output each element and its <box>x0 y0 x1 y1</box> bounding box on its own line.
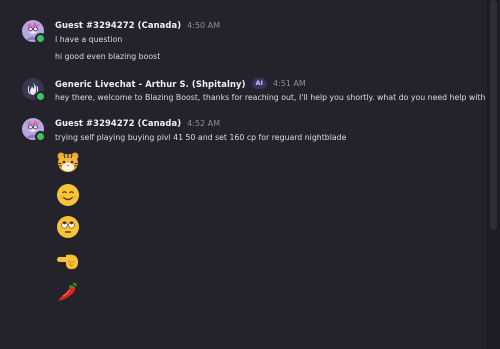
hot-pepper-emoji <box>58 282 77 301</box>
eye-roll-emoji <box>57 216 79 238</box>
online-status-dot <box>35 91 46 102</box>
guest-avatar[interactable] <box>22 20 46 44</box>
guest-avatar[interactable] <box>22 118 46 142</box>
smiling-face-emoji <box>57 184 79 206</box>
message-timestamp: 4:51 AM <box>272 79 306 88</box>
message-timestamp: 4:50 AM <box>187 20 221 30</box>
message-author[interactable]: Guest #3294272 (Canada) <box>55 118 181 128</box>
message-text: trying self playing buying pivl 41 50 an… <box>55 133 347 142</box>
tiger-face-emoji <box>57 152 79 172</box>
message-author[interactable]: Generic Livechat - Arthur S. (Shpitalny) <box>55 79 246 89</box>
online-status-dot <box>35 131 46 142</box>
online-status-dot <box>35 33 46 44</box>
ai-badge: AI <box>251 78 267 89</box>
message-author[interactable]: Guest #3294272 (Canada) <box>55 20 181 30</box>
message-text: hey there, welcome to Blazing Boost, tha… <box>55 93 490 102</box>
pointing-hand-emoji <box>57 254 78 270</box>
agent-avatar[interactable] <box>22 78 46 102</box>
message-text: I have a question <box>55 35 123 44</box>
message-timestamp: 4:52 AM <box>187 118 221 128</box>
scrollbar-track[interactable] <box>486 0 500 349</box>
message-text: hi good even blazing boost <box>55 52 161 61</box>
chat-transcript: Guest #3294272 (Canada) 4:50 AM I have a… <box>0 0 490 349</box>
scrollbar-thumb[interactable] <box>490 0 497 230</box>
